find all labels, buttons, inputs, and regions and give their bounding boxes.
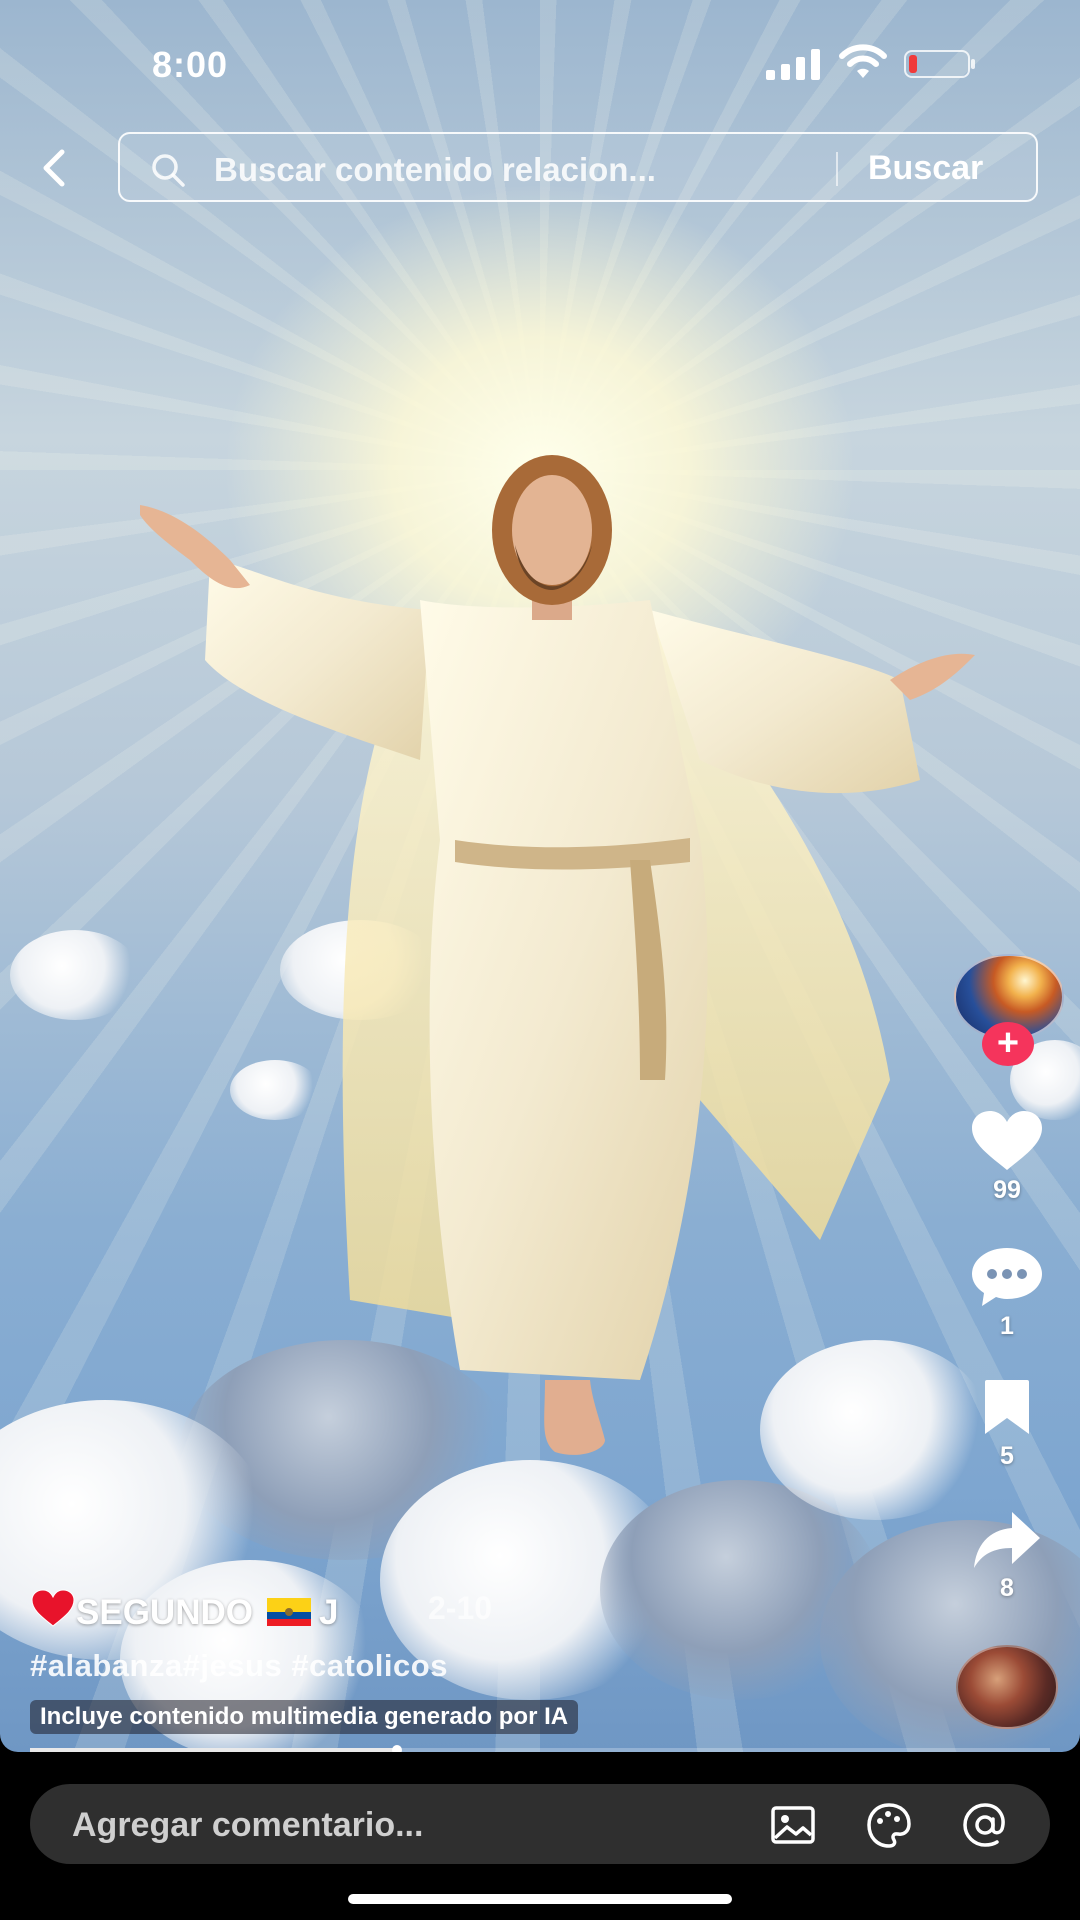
search-input[interactable]: Buscar contenido relacion... (214, 151, 656, 189)
wifi-icon (839, 44, 887, 78)
share-count: 8 (1000, 1574, 1014, 1602)
search-icon (152, 154, 185, 187)
signal-icon (766, 49, 820, 80)
share-icon (974, 1512, 1040, 1568)
save-count: 5 (1000, 1442, 1014, 1470)
battery-icon (904, 50, 975, 78)
hashtags[interactable]: #alabanza#jesus #catolicos (30, 1648, 448, 1684)
flag-icon (266, 1598, 311, 1626)
comment-placeholder: Agregar comentario... (72, 1806, 424, 1844)
status-time: 8:00 (152, 44, 229, 85)
video-frame[interactable] (0, 0, 1080, 1752)
mention-icon[interactable] (962, 1802, 1008, 1848)
comment-input[interactable]: Agregar comentario... (30, 1784, 1050, 1864)
back-icon[interactable] (34, 146, 78, 190)
follow-button[interactable]: + (982, 1022, 1034, 1066)
like-count: 99 (993, 1176, 1021, 1204)
search-bar[interactable]: Buscar contenido relacion... Buscar (118, 132, 1038, 202)
home-indicator[interactable] (348, 1894, 732, 1904)
author-suffix: J (318, 1593, 339, 1632)
comment-count: 1 (1000, 1312, 1014, 1340)
music-disc[interactable] (956, 1645, 1058, 1729)
search-button[interactable]: Buscar (868, 149, 983, 188)
image-icon[interactable] (770, 1802, 816, 1848)
save-button[interactable]: 5 (942, 1378, 1072, 1471)
video-figure (140, 455, 975, 1455)
search-divider (836, 152, 838, 186)
share-button[interactable]: 8 (942, 1510, 1072, 1603)
author-line[interactable]: SEGUNDO J (30, 1588, 338, 1633)
status-bar: 8:00 (0, 0, 1080, 120)
comment-icon (972, 1248, 1042, 1306)
author-name: SEGUNDO (76, 1593, 253, 1632)
comment-button[interactable]: 1 (942, 1246, 1072, 1341)
bookmark-icon (985, 1380, 1029, 1434)
red-heart-icon (31, 1589, 75, 1627)
like-button[interactable]: 99 (942, 1110, 1072, 1205)
bottom-bar: Agregar comentario... (0, 1752, 1080, 1920)
sticker-icon[interactable] (866, 1802, 912, 1848)
post-date: 2-10 (428, 1590, 493, 1626)
ai-content-label: Incluye contenido multimedia generado po… (30, 1700, 579, 1734)
heart-icon (972, 1111, 1042, 1170)
